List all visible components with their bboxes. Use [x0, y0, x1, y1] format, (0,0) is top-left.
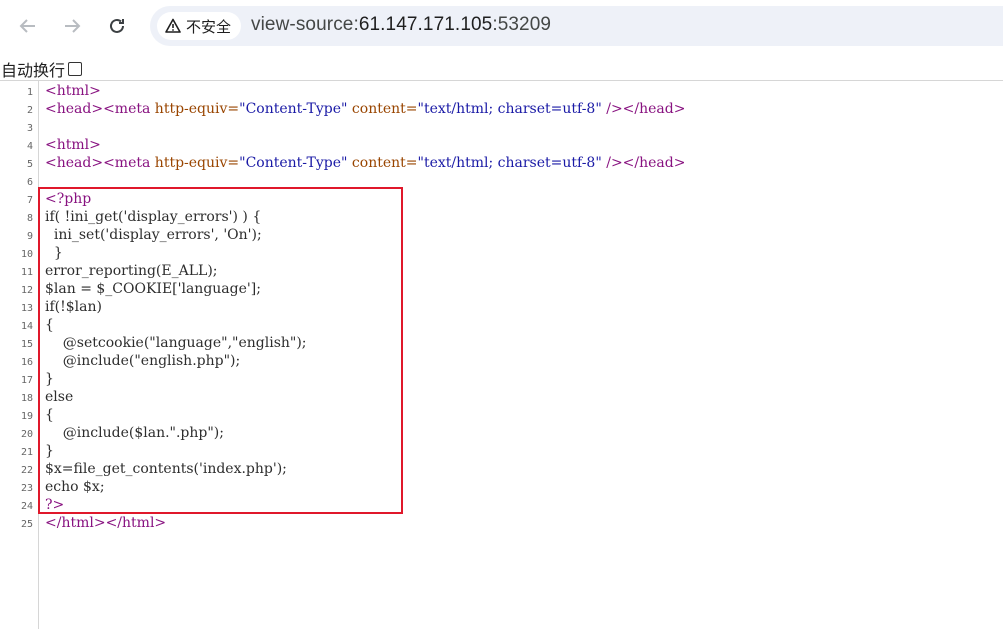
line-number: 19: [20, 411, 33, 422]
security-chip[interactable]: 不安全: [157, 12, 242, 40]
line-number: 5: [26, 159, 33, 170]
line-number: 16: [20, 357, 33, 368]
security-label: 不安全: [186, 18, 232, 36]
value-text: "Content-Type": [239, 155, 348, 171]
line-number: 21: [20, 447, 33, 458]
line-number: 7: [26, 195, 33, 206]
warning-triangle-icon: [165, 18, 181, 33]
line-number: 25: [20, 519, 33, 530]
line-number: 1: [26, 87, 33, 98]
url-port: :53209: [492, 14, 552, 35]
line-number: 13: [20, 303, 33, 314]
tag-text: /></head>: [601, 101, 686, 117]
line-number: 2: [26, 105, 33, 116]
line-number: 3: [26, 123, 33, 134]
tag-text: <head><meta: [45, 101, 155, 117]
source-line-5: <head><meta http-equiv="Content-Type" co…: [45, 154, 685, 172]
attr-text: content=: [347, 155, 418, 171]
line-wrap-checkbox[interactable]: [68, 62, 83, 76]
line-number: 12: [20, 285, 33, 296]
back-button[interactable]: [10, 8, 46, 44]
address-bar[interactable]: 不安全 view-source:61.147.171.105:53209: [150, 6, 1003, 46]
attr-text: content=: [347, 101, 418, 117]
line-number: 8: [26, 213, 33, 224]
url-scheme: view-source:: [251, 14, 359, 35]
line-number: 23: [20, 483, 33, 494]
value-text: "text/html; charset=utf-8": [417, 155, 602, 171]
forward-arrow-icon: [65, 19, 81, 33]
line-number: 11: [20, 267, 33, 278]
tag-text: <head><meta: [45, 155, 155, 171]
attr-text: http-equiv=: [154, 155, 240, 171]
forward-button[interactable]: [54, 8, 90, 44]
line-number: 20: [20, 429, 33, 440]
reload-icon: [110, 18, 124, 33]
line-number: 4: [26, 141, 33, 152]
line-number: 18: [20, 393, 33, 404]
reload-button[interactable]: [99, 8, 135, 44]
line-number: 9: [26, 231, 33, 242]
source-line-1: <html>: [45, 83, 101, 99]
red-highlight-box: [38, 187, 403, 514]
line-number: 17: [20, 375, 33, 386]
browser-toolbar: 不安全 view-source:61.147.171.105:53209: [0, 0, 1003, 53]
line-wrap-bar: 自动换行: [0, 57, 1003, 81]
line-wrap-label: 自动换行: [1, 62, 66, 80]
line-number: 15: [20, 339, 33, 350]
line-number-gutter: 1 2 3 4 5 6 7 8 9 10 11 12 13 14 15 16 1…: [0, 81, 39, 629]
source-line-2: <head><meta http-equiv="Content-Type" co…: [45, 100, 685, 118]
url-host: 61.147.171.105: [358, 14, 493, 35]
back-arrow-icon: [19, 19, 35, 33]
source-line-25: </html></html>: [45, 515, 167, 531]
line-number: 6: [26, 177, 33, 188]
line-number: 24: [20, 501, 33, 512]
tag-text: /></head>: [601, 155, 686, 171]
source-line-4: <html>: [45, 137, 101, 153]
line-number: 14: [20, 321, 33, 332]
url-text[interactable]: view-source:61.147.171.105:53209: [251, 14, 551, 36]
line-number: 10: [20, 249, 33, 260]
value-text: "text/html; charset=utf-8": [417, 101, 602, 117]
line-number: 22: [20, 465, 33, 476]
attr-text: http-equiv=: [154, 101, 240, 117]
value-text: "Content-Type": [239, 101, 348, 117]
